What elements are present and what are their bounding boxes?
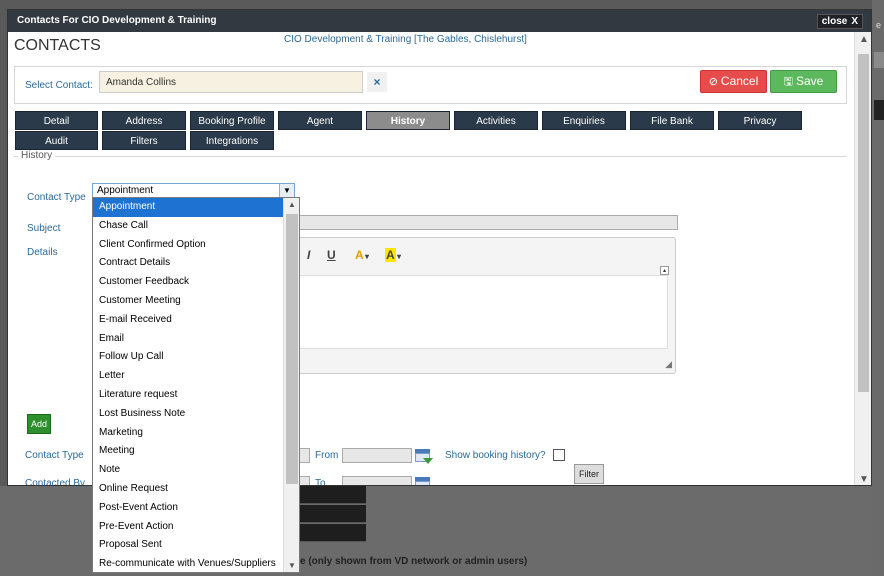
tab-enquiries[interactable]: Enquiries [542, 111, 626, 130]
add-button[interactable]: Add [27, 414, 51, 434]
filter-contact-type-label: Contact Type [25, 450, 84, 461]
dropdown-option[interactable]: Proposal Sent [93, 536, 284, 555]
collapse-toolbar-icon[interactable]: ▴ [660, 266, 669, 275]
dropdown-option[interactable]: Note [93, 461, 284, 480]
background-row [300, 486, 366, 504]
font-color-dropdown-icon[interactable]: ▾ [365, 252, 369, 261]
to-date-input[interactable] [342, 476, 412, 485]
scroll-down-icon[interactable]: ▼ [859, 474, 869, 485]
dropdown-scrollbar[interactable]: ▲ ▼ [283, 198, 299, 572]
tab-booking-profile[interactable]: Booking Profile [190, 111, 274, 130]
dropdown-option[interactable]: Literature request [93, 386, 284, 405]
contacted-by-label: Contacted By [25, 478, 86, 486]
tab-history[interactable]: History [366, 111, 450, 130]
save-label: Save [796, 74, 824, 88]
dropdown-option[interactable]: Appointment [93, 198, 284, 217]
calendar-icon[interactable] [415, 449, 433, 464]
dropdown-option[interactable]: Re-communicate with Venues/Suppliers [93, 555, 284, 572]
tab-activities[interactable]: Activities [454, 111, 538, 130]
dialog-scrollbar[interactable]: ▲ ▼ [854, 32, 871, 485]
background-row [300, 505, 366, 523]
background-page-edge: e [872, 0, 884, 576]
dropdown-scrollbar-thumb[interactable] [286, 214, 298, 484]
close-label: close [821, 16, 848, 27]
dropdown-option[interactable]: Contract Details [93, 254, 284, 273]
italic-button[interactable]: I [307, 248, 310, 262]
chevron-down-icon[interactable]: ▼ [279, 184, 294, 197]
venue-title: CIO Development & Training [The Gables, … [284, 34, 527, 45]
background-note: e (only shown from VD network or admin u… [300, 556, 528, 567]
dropdown-option[interactable]: Letter [93, 367, 284, 386]
show-booking-history-checkbox[interactable] [553, 449, 565, 461]
dropdown-option[interactable]: Marketing [93, 424, 284, 443]
resize-handle-icon[interactable]: ◢ [665, 359, 672, 370]
background-row [300, 524, 366, 542]
details-textarea[interactable] [285, 275, 668, 349]
dropdown-option[interactable]: Chase Call [93, 217, 284, 236]
dropdown-option[interactable]: Post-Event Action [93, 499, 284, 518]
history-legend: History [18, 150, 56, 161]
tab-audit[interactable]: Audit [15, 131, 98, 150]
save-button[interactable]: 🖫 Save [770, 70, 837, 93]
dropdown-option[interactable]: Email [93, 330, 284, 349]
dropdown-option[interactable]: Follow Up Call [93, 348, 284, 367]
dropdown-option[interactable]: Pre-Event Action [93, 518, 284, 537]
background-block [874, 52, 884, 68]
background-block [874, 100, 884, 120]
tab-integrations[interactable]: Integrations [190, 131, 274, 150]
to-label: To [315, 478, 326, 486]
select-contact-input[interactable]: Amanda Collins [99, 71, 363, 93]
tab-filters[interactable]: Filters [102, 131, 186, 150]
contact-type-dropdown[interactable]: Appointment Chase Call Client Confirmed … [92, 197, 300, 573]
filter-button[interactable]: Filter [574, 464, 604, 484]
dialog-title: Contacts For CIO Development & Training [17, 15, 217, 26]
bg-color-dropdown-icon[interactable]: ▾ [397, 252, 401, 261]
clear-contact-icon[interactable]: × [367, 72, 387, 92]
close-icon: X [851, 16, 858, 27]
page-title: CONTACTS [14, 37, 101, 54]
dialog-titlebar: Contacts For CIO Development & Training … [8, 10, 871, 32]
scroll-up-icon[interactable]: ▲ [859, 34, 869, 45]
contact-type-value: Appointment [97, 185, 154, 196]
contact-type-label: Contact Type [27, 192, 86, 203]
from-date-input[interactable] [342, 448, 412, 463]
dropdown-option[interactable]: E-mail Received [93, 311, 284, 330]
tab-file-bank[interactable]: File Bank [630, 111, 714, 130]
subject-input[interactable] [278, 215, 678, 230]
tab-privacy[interactable]: Privacy [718, 111, 802, 130]
scrollbar-thumb[interactable] [858, 54, 869, 392]
close-button[interactable]: close X [816, 14, 863, 29]
details-editor[interactable]: B I U A ▾ A ▾ ▴ ◢ [278, 237, 676, 374]
dropdown-option[interactable]: Meeting [93, 442, 284, 461]
details-label: Details [27, 247, 58, 258]
font-color-button[interactable]: A [355, 248, 364, 262]
floppy-disk-icon: 🖫 [783, 76, 793, 88]
dropdown-option[interactable]: Client Confirmed Option [93, 236, 284, 255]
select-contact-label: Select Contact: [25, 80, 93, 91]
tab-agent[interactable]: Agent [278, 111, 362, 130]
contact-type-select[interactable]: Appointment ▼ [92, 183, 295, 198]
chevron-up-icon[interactable]: ▲ [288, 200, 296, 209]
tab-address[interactable]: Address [102, 111, 186, 130]
select-contact-bar: Select Contact: Amanda Collins × ⊘ Cancel… [14, 66, 847, 104]
bg-color-button[interactable]: A [385, 248, 396, 262]
chevron-down-icon[interactable]: ▼ [288, 561, 296, 570]
background-glyph: e [876, 20, 882, 30]
dropdown-option[interactable]: Customer Meeting [93, 292, 284, 311]
from-label: From [315, 450, 339, 461]
cancel-label: Cancel [720, 74, 759, 88]
underline-button[interactable]: U [327, 248, 336, 262]
ban-icon: ⊘ [708, 76, 718, 88]
dropdown-option[interactable]: Online Request [93, 480, 284, 499]
subject-label: Subject [27, 223, 61, 234]
calendar-icon[interactable] [415, 477, 430, 485]
editor-toolbar: B I U A ▾ A ▾ ▴ [279, 244, 675, 275]
dropdown-option[interactable]: Lost Business Note [93, 405, 284, 424]
show-booking-history-label: Show booking history? [445, 450, 546, 461]
dropdown-option[interactable]: Customer Feedback [93, 273, 284, 292]
tab-detail[interactable]: Detail [15, 111, 98, 130]
cancel-button[interactable]: ⊘ Cancel [700, 70, 767, 93]
